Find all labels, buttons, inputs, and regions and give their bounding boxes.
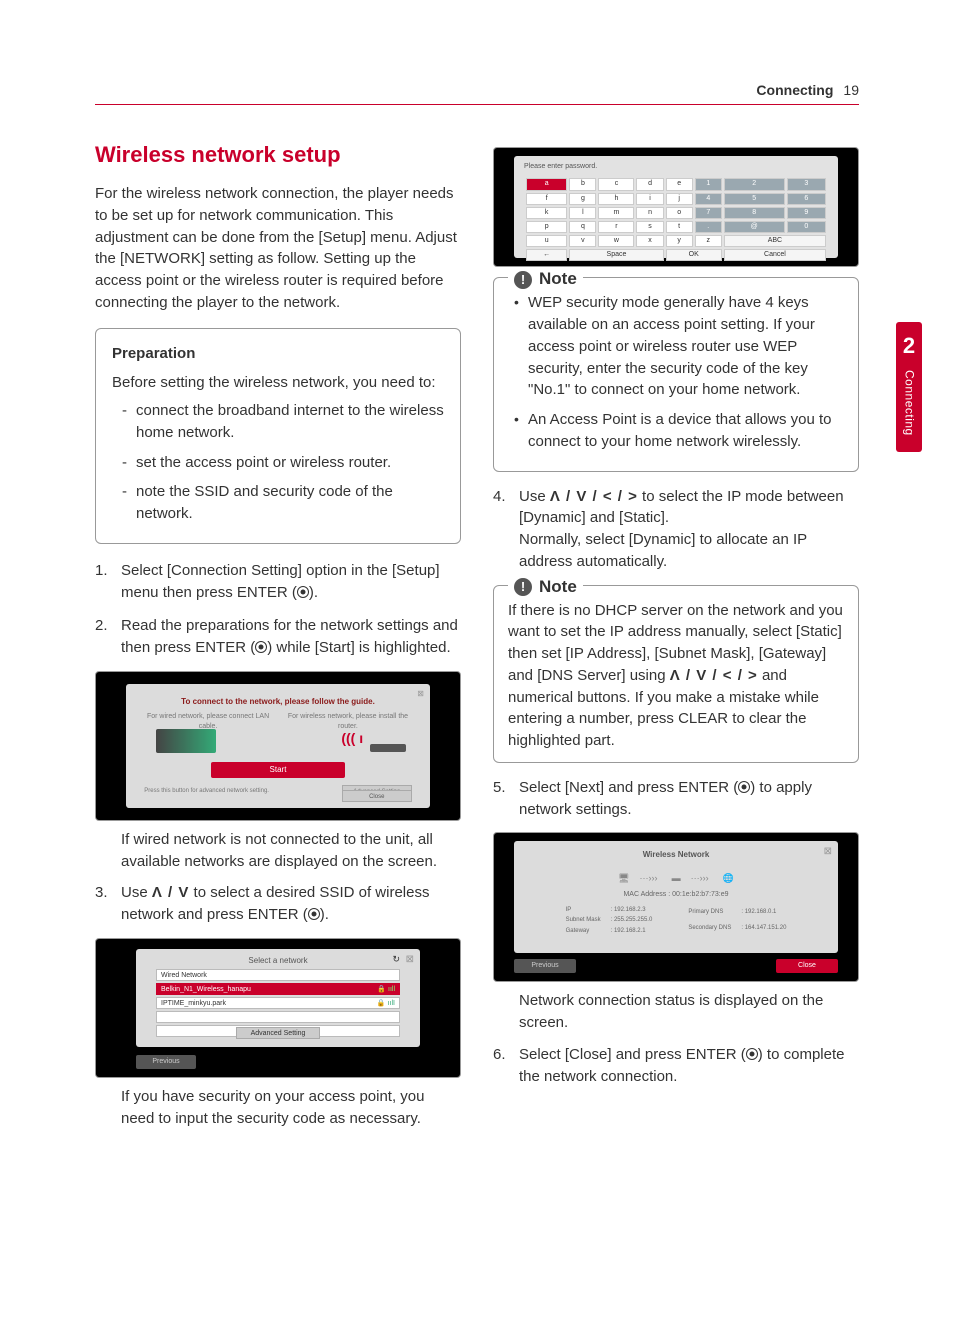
- arrow-keys-icon: Ʌ / V / < / >: [670, 667, 758, 684]
- step-1: 1. Select [Connection Setting] option in…: [95, 560, 461, 604]
- ssid-row: IPTIME_minkyu.park🔒ıılI: [156, 997, 400, 1009]
- note-text: If there is no DHCP server on the networ…: [508, 600, 844, 752]
- note-title: Note: [539, 575, 577, 600]
- arrow-keys-icon: Ʌ / V / < / >: [550, 488, 638, 505]
- preparation-lead: Before setting the wireless network, you…: [112, 372, 444, 394]
- note-box-2: ! Note If there is no DHCP server on the…: [493, 585, 859, 763]
- note-icon: !: [514, 271, 532, 289]
- router-icon: ▬: [672, 872, 681, 885]
- ssid-row-selected: Belkin_N1_Wireless_hanapu🔒ııll: [156, 983, 400, 995]
- close-icon: ⊠: [406, 953, 414, 968]
- lock-icon: 🔒: [377, 986, 386, 993]
- signal-icon: ıılI: [388, 1000, 395, 1007]
- enter-icon: [738, 781, 750, 793]
- page-title: Wireless network setup: [95, 139, 461, 171]
- step-6: 6. Select [Close] and press ENTER () to …: [493, 1044, 859, 1088]
- left-column: Wireless network setup For the wireless …: [95, 139, 461, 1139]
- guide-message: To connect to the network, please follow…: [126, 684, 430, 708]
- chapter-label: Connecting: [900, 370, 917, 436]
- enter-icon: [308, 908, 320, 920]
- screenshot-network-guide: ⊠ To connect to the network, please foll…: [95, 671, 461, 821]
- start-button: Start: [211, 762, 345, 778]
- select-network-title: Select a network: [136, 949, 420, 967]
- ssid-row-empty: [156, 1011, 400, 1023]
- prep-item: set the access point or wireless router.: [122, 452, 444, 474]
- note-bullet: WEP security mode generally have 4 keys …: [514, 292, 844, 401]
- arrow-keys-icon: Ʌ / V: [152, 884, 190, 901]
- right-column: Please enter password. abcde123 fghij456…: [493, 139, 859, 1139]
- previous-button: Previous: [514, 959, 576, 973]
- advanced-setting-button: Advanced Setting: [236, 1027, 320, 1039]
- header-section: Connecting: [756, 80, 833, 100]
- wired-devices-icon: [156, 729, 216, 753]
- screenshot-keyboard: Please enter password. abcde123 fghij456…: [493, 147, 859, 267]
- page-header: Connecting 19: [95, 80, 859, 105]
- ip-info-left: IP: 192.168.2.3 Subnet Mask: 255.255.255…: [560, 904, 659, 938]
- note-title: Note: [539, 267, 577, 292]
- screenshot-network-status: ⊠ Wireless Network 🖥···››› ▬···››› 🌐 MAC…: [493, 832, 859, 982]
- preparation-box: Preparation Before setting the wireless …: [95, 328, 461, 544]
- note-box-1: ! Note WEP security mode generally have …: [493, 277, 859, 471]
- step-5: 5. Select [Next] and press ENTER () to a…: [493, 777, 859, 821]
- enter-icon: [255, 641, 267, 653]
- globe-icon: 🌐: [723, 872, 734, 885]
- preparation-heading: Preparation: [112, 343, 444, 365]
- close-button: Close: [776, 959, 838, 973]
- header-page-number: 19: [843, 80, 859, 100]
- enter-icon: [297, 586, 309, 598]
- refresh-icon: ↻: [392, 953, 400, 966]
- close-icon: ⊠: [417, 688, 424, 700]
- close-icon: ⊠: [824, 845, 832, 860]
- onscreen-keyboard: abcde123 fghij456 klmno789 pqrst.@0 uvwx…: [524, 176, 828, 263]
- close-button: Close: [342, 790, 412, 802]
- screenshot-select-network: ⊠ Select a network ↻ Wired Network Belki…: [95, 938, 461, 1078]
- chapter-number: 2: [896, 322, 922, 362]
- after-shot2-text: If you have security on your access poin…: [95, 1086, 461, 1130]
- prep-item: connect the broadband internet to the wi…: [122, 400, 444, 444]
- after-shot4-text: Network connection status is displayed o…: [493, 990, 859, 1034]
- ip-info-right: Primary DNS: 192.168.0.1 Secondary DNS: …: [682, 904, 792, 938]
- note-icon: !: [514, 578, 532, 596]
- lock-icon: 🔒: [377, 1000, 386, 1007]
- after-shot1-text: If wired network is not connected to the…: [95, 829, 461, 873]
- intro-paragraph: For the wireless network connection, the…: [95, 183, 461, 314]
- step-3: 3. Use Ʌ / V to select a desired SSID of…: [95, 882, 461, 926]
- pc-icon: 🖥: [618, 872, 629, 885]
- chapter-tab: 2 Connecting: [896, 322, 922, 452]
- preparation-list: connect the broadband internet to the wi…: [112, 400, 444, 525]
- mac-address: MAC Address : 00:1e:b2:b7:73:e9: [514, 890, 838, 900]
- previous-button: Previous: [136, 1055, 196, 1069]
- wireless-network-title: Wireless Network: [514, 841, 838, 861]
- step-4: 4. Use Ʌ / V / < / > to select the IP mo…: [493, 486, 859, 573]
- signal-icon: ııll: [388, 986, 395, 993]
- router-icon: [370, 744, 406, 752]
- wifi-icon: ((( ı: [341, 728, 363, 748]
- step-2: 2. Read the preparations for the network…: [95, 615, 461, 659]
- wired-network-row: Wired Network: [156, 969, 400, 981]
- prep-item: note the SSID and security code of the n…: [122, 481, 444, 525]
- note-bullet: An Access Point is a device that allows …: [514, 409, 844, 453]
- password-prompt: Please enter password.: [524, 162, 828, 172]
- advanced-hint: Press this button for advanced network s…: [144, 787, 269, 796]
- enter-icon: [746, 1048, 758, 1060]
